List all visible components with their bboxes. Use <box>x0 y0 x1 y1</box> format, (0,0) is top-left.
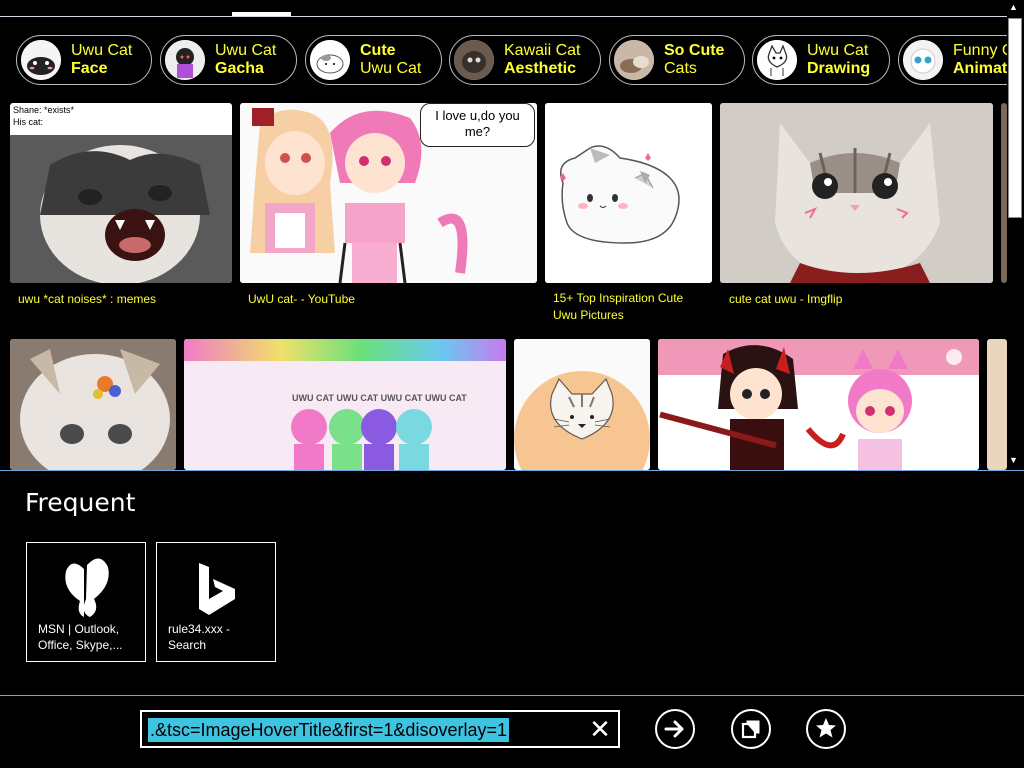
frequent-tile-label: MSN | Outlook, Office, Skype,... <box>38 622 123 652</box>
active-tab-indicator <box>232 12 291 16</box>
related-search-pill[interactable]: So Cute Cats <box>609 35 745 85</box>
image-result[interactable]: I love u,do you me? <box>240 103 537 283</box>
image-result[interactable] <box>545 103 712 283</box>
pill-thumbnail <box>454 40 494 80</box>
speech-bubble: I love u,do you me? <box>420 103 535 147</box>
image-result[interactable] <box>10 339 176 470</box>
related-search-pill[interactable]: Kawaii Cat Aesthetic <box>449 35 601 85</box>
scroll-down-arrow-icon[interactable]: ▼ <box>1009 455 1018 465</box>
frequent-tile-search[interactable]: rule34.xxx - Search <box>156 542 276 662</box>
frequent-tile-msn[interactable]: MSN | Outlook, Office, Skype,... <box>26 542 146 662</box>
image-result[interactable]: Shane: *exists* His cat: <box>10 103 232 283</box>
image-caption[interactable]: uwu *cat noises* : memes <box>18 291 228 308</box>
tabs-button[interactable] <box>731 709 771 749</box>
tabs-icon <box>741 719 761 744</box>
pill-thumbnail <box>903 40 943 80</box>
image-caption[interactable]: UwU cat- - YouTube <box>248 291 528 308</box>
star-icon <box>815 717 837 744</box>
frequent-title: Frequent <box>25 488 136 517</box>
pill-line-2: Face <box>71 60 108 77</box>
pill-thumbnail <box>310 40 350 80</box>
address-input-value[interactable]: .&tsc=ImageHoverTitle&first=1&disoverlay… <box>148 718 509 742</box>
image-result-partial[interactable] <box>1001 103 1007 283</box>
image-result[interactable] <box>658 339 979 470</box>
image-result[interactable]: UWU CAT UWU CAT UWU CAT UWU CAT <box>184 339 506 470</box>
pill-line-1: Kawaii Cat <box>504 42 581 59</box>
pill-line-2: Drawing <box>807 60 871 77</box>
pill-line-1: Funny C <box>953 42 1014 59</box>
favorites-button[interactable] <box>806 709 846 749</box>
go-button[interactable] <box>655 709 695 749</box>
pill-line-2: Aesthetic <box>504 60 577 77</box>
image-caption[interactable]: cute cat uwu - Imgflip <box>729 291 989 308</box>
scrollbar-thumb[interactable] <box>1008 18 1022 218</box>
related-search-pill[interactable]: Uwu Cat Gacha <box>160 35 297 85</box>
image-caption[interactable]: 15+ Top Inspiration Cute Uwu Pictures <box>553 290 703 324</box>
pill-line-1: Cute <box>360 42 396 59</box>
image-result-partial[interactable] <box>987 339 1007 470</box>
image-result[interactable] <box>720 103 993 283</box>
scroll-up-arrow-icon[interactable]: ▲ <box>1009 2 1018 12</box>
clear-address-button[interactable]: ✕ <box>585 713 615 745</box>
image-result[interactable] <box>514 339 650 470</box>
frequent-tile-label: rule34.xxx - Search <box>168 622 231 652</box>
banner-text: UWU CAT UWU CAT UWU CAT UWU CAT <box>292 393 467 403</box>
related-search-pill[interactable]: Uwu Cat Drawing <box>752 35 890 85</box>
pill-thumbnail <box>165 40 205 80</box>
pill-line-2: Gacha <box>215 60 264 77</box>
msn-butterfly-icon <box>60 555 114 624</box>
meme-caption-text: Shane: *exists* His cat: <box>13 105 75 127</box>
pill-line-2: Uwu Cat <box>360 60 422 77</box>
pill-line-2: Cats <box>664 60 697 77</box>
frequent-panel <box>0 470 1024 695</box>
address-input[interactable]: .&tsc=ImageHoverTitle&first=1&disoverlay… <box>140 710 620 748</box>
pill-thumbnail <box>614 40 654 80</box>
pill-line-1: So Cute <box>664 42 725 59</box>
pill-line-1: Uwu Cat <box>215 42 277 59</box>
bing-logo-icon <box>197 563 237 620</box>
pill-thumbnail <box>757 40 797 80</box>
tab-strip <box>0 0 1024 17</box>
pill-line-1: Uwu Cat <box>807 42 869 59</box>
related-search-pill[interactable]: Funny C Animat <box>898 35 1024 85</box>
related-search-pill[interactable]: Uwu Cat Face <box>16 35 152 85</box>
pill-line-1: Uwu Cat <box>71 42 133 59</box>
pill-thumbnail <box>21 40 61 80</box>
arrow-right-icon <box>663 717 687 746</box>
related-search-pill[interactable]: Cute Uwu Cat <box>305 35 442 85</box>
pill-line-2: Animat <box>953 60 1008 77</box>
